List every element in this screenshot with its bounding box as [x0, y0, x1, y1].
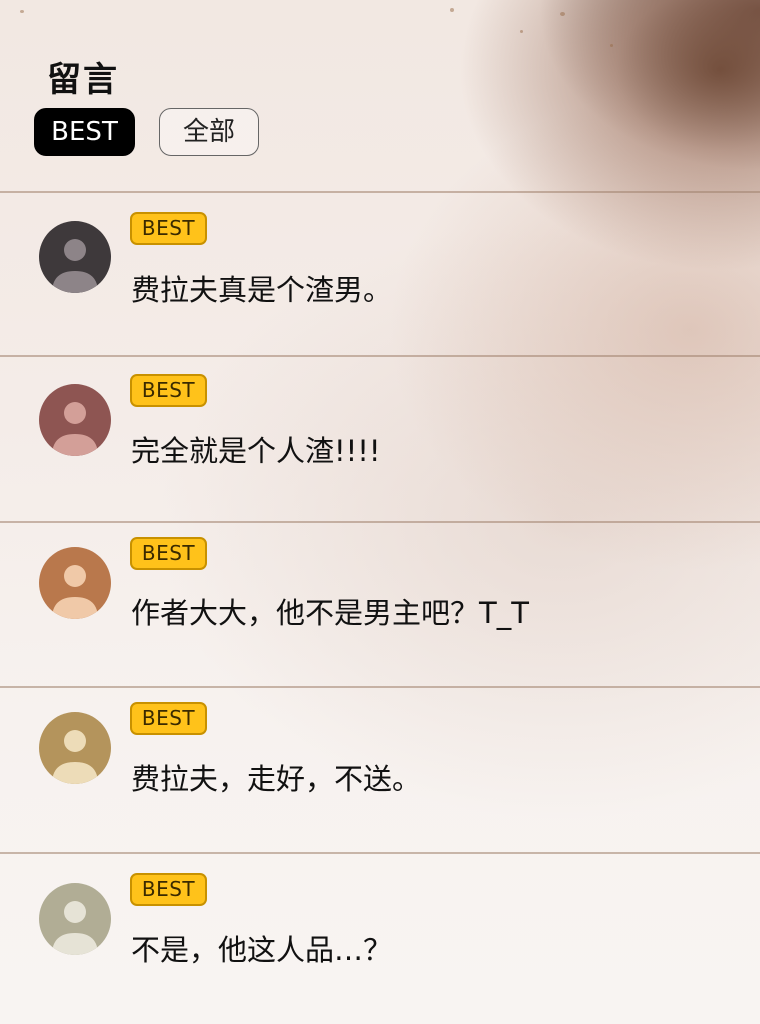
best-badge: BEST [130, 873, 207, 906]
avatar[interactable] [39, 221, 111, 293]
avatar[interactable] [39, 384, 111, 456]
comment-text: 作者大大，他不是男主吧？T_T [131, 596, 529, 630]
comment-text: 费拉夫，走好，不送。 [131, 762, 422, 796]
comment-item: BEST 费拉夫，走好，不送。 [0, 688, 760, 852]
tab-best[interactable]: BEST [34, 108, 135, 156]
page-title: 留言 [47, 60, 119, 100]
user-avatar-icon [39, 547, 111, 619]
user-avatar-icon [39, 221, 111, 293]
comment-item: BEST 作者大大，他不是男主吧？T_T [0, 523, 760, 686]
user-avatar-icon [39, 712, 111, 784]
comment-text: 不是，他这人品…？ [131, 933, 393, 967]
user-avatar-icon [39, 384, 111, 456]
comment-item: BEST 不是，他这人品…？ [0, 854, 760, 1024]
avatar[interactable] [39, 547, 111, 619]
best-badge: BEST [130, 212, 207, 245]
comment-item: BEST 完全就是个人渣!!!! [0, 357, 760, 521]
avatar[interactable] [39, 883, 111, 955]
comment-text: 完全就是个人渣!!!! [131, 434, 381, 468]
best-badge: BEST [130, 537, 207, 570]
avatar[interactable] [39, 712, 111, 784]
best-badge: BEST [130, 702, 207, 735]
tab-all[interactable]: 全部 [159, 108, 259, 156]
user-avatar-icon [39, 883, 111, 955]
best-badge: BEST [130, 374, 207, 407]
comment-text: 费拉夫真是个渣男。 [131, 273, 393, 307]
comments-header: 留言 BEST 全部 [0, 0, 760, 192]
comment-item: BEST 费拉夫真是个渣男。 [0, 193, 760, 355]
